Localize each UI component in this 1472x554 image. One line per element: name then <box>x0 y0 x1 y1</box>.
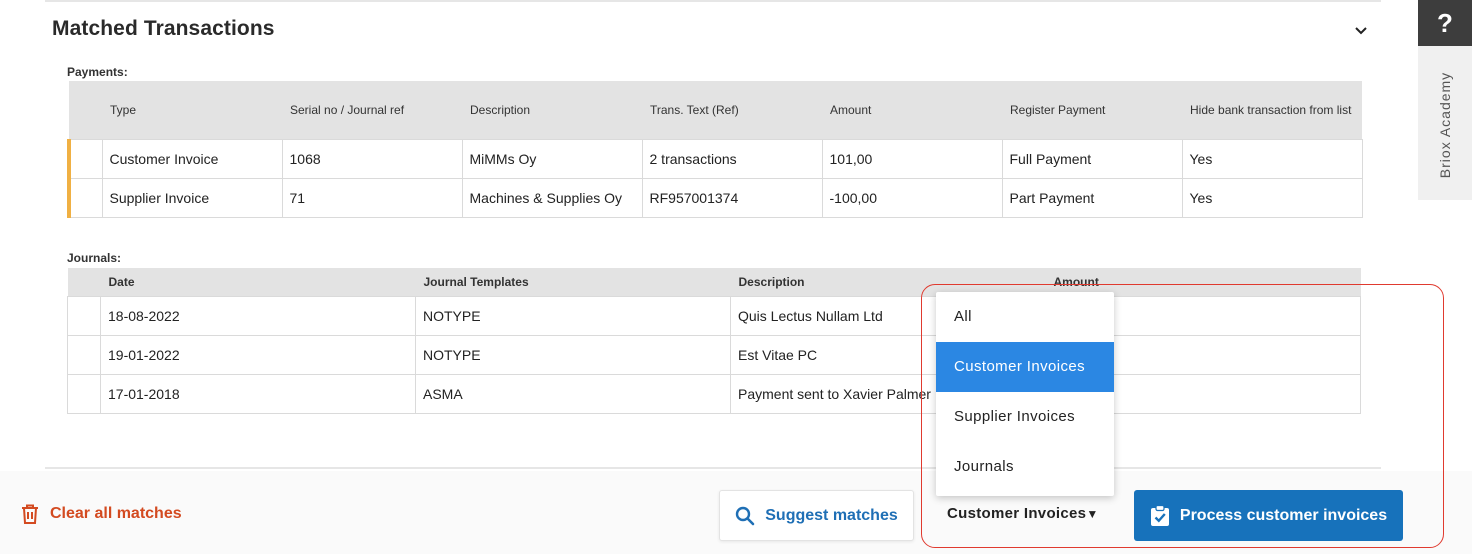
suggest-matches-button[interactable]: Suggest matches <box>719 490 914 541</box>
header-spacer <box>69 81 102 139</box>
cell-type: Supplier Invoice <box>101 177 283 218</box>
section-title: Matched Transactions <box>52 17 275 40</box>
dropdown-option-supplier-invoices[interactable]: Supplier Invoices <box>936 392 1114 442</box>
help-button[interactable]: ? <box>1418 0 1472 46</box>
cell-hide-transaction[interactable]: Yes <box>1181 177 1363 218</box>
column-header-hide-transaction: Hide bank transaction from list <box>1182 81 1362 139</box>
chevron-down-icon[interactable] <box>1353 22 1369 38</box>
cell-journal-template: ASMA <box>415 373 731 414</box>
top-divider <box>45 0 1381 2</box>
cell-date: 18-08-2022 <box>100 295 416 336</box>
row-spacer <box>67 334 101 375</box>
clear-all-matches-button[interactable]: Clear all matches <box>20 503 182 525</box>
column-header-serial: Serial no / Journal ref <box>282 81 462 139</box>
clear-all-matches-label: Clear all matches <box>50 505 182 522</box>
cell-register-payment[interactable]: Part Payment <box>1001 177 1183 218</box>
table-row[interactable]: Customer Invoice 1068 MiMMs Oy 2 transac… <box>67 138 1363 179</box>
cell-journal-template: NOTYPE <box>415 295 731 336</box>
table-row[interactable]: 17-01-2018 ASMA Payment sent to Xavier P… <box>67 373 1361 414</box>
search-icon <box>736 506 755 525</box>
row-spacer <box>67 373 101 414</box>
table-row[interactable]: 19-01-2022 NOTYPE Est Vitae PC <box>67 334 1361 375</box>
cell-amount: -100,00 <box>821 177 1003 218</box>
dropdown-option-all[interactable]: All <box>936 292 1114 342</box>
cell-journal-template: NOTYPE <box>415 334 731 375</box>
journals-label: Journals: <box>67 251 122 265</box>
payments-label: Payments: <box>67 65 128 79</box>
column-header-register-payment: Register Payment <box>1002 81 1182 139</box>
cell-serial: 71 <box>281 177 463 218</box>
invoice-type-dropdown: All Customer Invoices Supplier Invoices … <box>936 292 1114 496</box>
column-header-date: Date <box>100 268 416 296</box>
payments-header-row: Type Serial no / Journal ref Description… <box>69 81 1362 139</box>
footer-divider <box>45 467 1381 469</box>
process-customer-invoices-button[interactable]: Process customer invoices <box>1134 490 1403 541</box>
cell-trans-text: 2 transactions <box>641 138 823 179</box>
caret-down-icon: ▼ <box>1086 507 1099 521</box>
column-header-type: Type <box>102 81 282 139</box>
cell-description: Machines & Supplies Oy <box>461 177 643 218</box>
cell-hide-transaction[interactable]: Yes <box>1181 138 1363 179</box>
trash-icon <box>22 504 38 524</box>
cell-amount: 101,00 <box>821 138 1003 179</box>
cell-date: 17-01-2018 <box>100 373 416 414</box>
help-icon: ? <box>1437 7 1453 38</box>
cell-type: Customer Invoice <box>101 138 283 179</box>
briox-academy-label[interactable]: Briox Academy <box>1437 72 1453 178</box>
dropdown-option-journals[interactable]: Journals <box>936 442 1114 492</box>
column-header-journal-templates: Journal Templates <box>415 268 731 296</box>
journals-header-row: Date Journal Templates Description Amoun… <box>67 268 1361 296</box>
journals-table: Date Journal Templates Description Amoun… <box>67 268 1361 414</box>
process-customer-invoices-label: Process customer invoices <box>1179 506 1388 524</box>
cell-register-payment[interactable]: Full Payment <box>1001 138 1183 179</box>
clipboard-check-icon <box>1150 504 1169 526</box>
suggest-matches-label: Suggest matches <box>765 506 898 524</box>
cell-description: MiMMs Oy <box>461 138 643 179</box>
table-row[interactable]: Supplier Invoice 71 Machines & Supplies … <box>67 177 1363 218</box>
table-row[interactable]: 18-08-2022 NOTYPE Quis Lectus Nullam Ltd <box>67 295 1361 336</box>
row-spacer <box>67 295 101 336</box>
column-header-description: Description <box>462 81 642 139</box>
payments-table: Type Serial no / Journal ref Description… <box>67 81 1363 218</box>
invoice-type-value: Customer Invoices <box>947 505 1087 522</box>
column-header-amount: Amount <box>822 81 1002 139</box>
cell-serial: 1068 <box>281 138 463 179</box>
row-accent <box>67 138 103 179</box>
invoice-type-select[interactable]: Customer Invoices▼ <box>947 505 1099 522</box>
cell-trans-text: RF957001374 <box>641 177 823 218</box>
dropdown-option-customer-invoices[interactable]: Customer Invoices <box>936 342 1114 392</box>
cell-date: 19-01-2022 <box>100 334 416 375</box>
header-spacer <box>67 268 101 296</box>
column-header-trans-text: Trans. Text (Ref) <box>642 81 822 139</box>
row-accent <box>67 177 103 218</box>
